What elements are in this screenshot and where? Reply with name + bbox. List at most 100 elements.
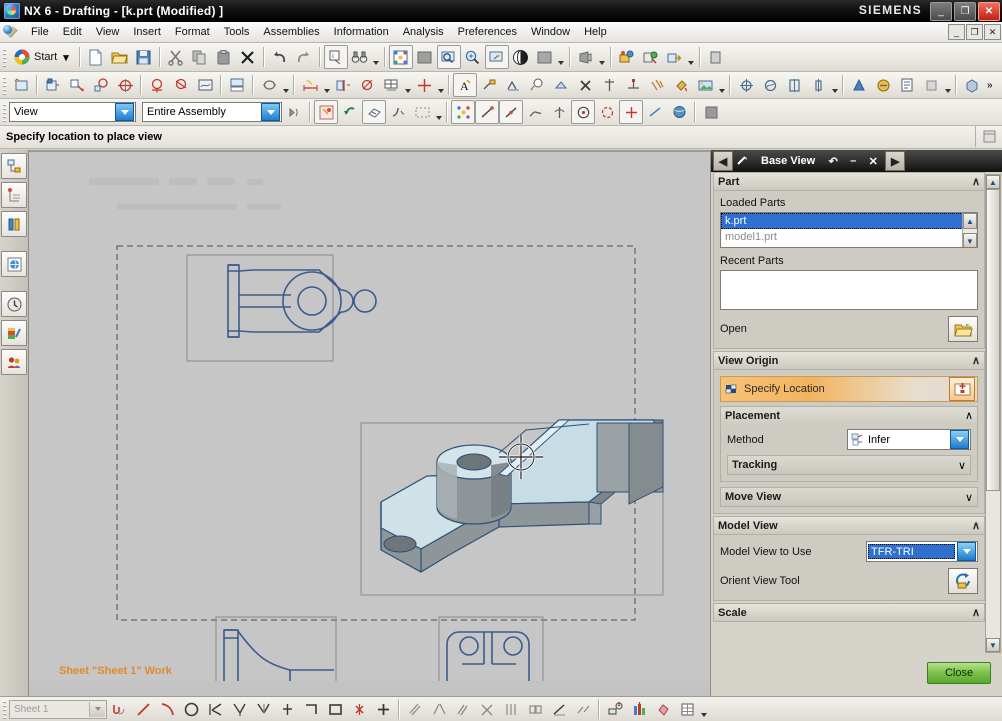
menu-file[interactable]: File [24, 24, 56, 40]
save-disk-icon[interactable] [132, 45, 156, 69]
project-curve-icon[interactable] [499, 697, 523, 721]
layer-visible-icon[interactable] [639, 45, 663, 69]
new-file-icon[interactable] [84, 45, 108, 69]
zoom-rect-icon[interactable] [436, 45, 461, 69]
group-model-view-header[interactable]: Model View ∧ [713, 516, 985, 535]
layer-settings-icon[interactable] [615, 45, 639, 69]
scroll-down-icon[interactable]: ▼ [963, 233, 977, 247]
point-icon[interactable] [347, 697, 371, 721]
extend-icon[interactable] [275, 697, 299, 721]
more-tools-icon[interactable] [704, 45, 728, 69]
dialog-back-button[interactable]: ◀ [713, 151, 733, 171]
toolbar-grip[interactable] [2, 699, 7, 719]
projected-view-icon[interactable] [65, 73, 89, 97]
line-icon[interactable] [131, 697, 155, 721]
mdi-minimize-button[interactable]: _ [948, 24, 965, 40]
intersection-point-icon[interactable] [595, 100, 619, 124]
annotation-a-icon[interactable]: A [453, 73, 477, 97]
auto-balloon-icon[interactable] [919, 73, 943, 97]
fit-view-icon[interactable] [388, 45, 413, 69]
recent-parts-list[interactable] [720, 270, 978, 310]
centerline-icon[interactable] [412, 73, 436, 97]
subgroup-placement-header[interactable]: Placement ∧ [721, 407, 977, 424]
window-restore-button[interactable]: ❐ [954, 2, 976, 21]
orient-view-icon[interactable] [948, 568, 978, 594]
table-note-icon[interactable] [847, 73, 871, 97]
assembly-navigator-icon[interactable] [960, 73, 984, 97]
chevron-up-icon[interactable]: ∧ [972, 354, 980, 367]
toolbar-overflow-icon[interactable]: » [984, 80, 996, 91]
fillet-icon[interactable] [203, 697, 227, 721]
pan-icon[interactable] [484, 45, 509, 69]
menu-tools[interactable]: Tools [217, 24, 257, 40]
dialog-forward-button[interactable]: ▶ [885, 151, 906, 171]
studio-spline-icon[interactable] [107, 697, 131, 721]
place-view-icon[interactable] [949, 377, 975, 401]
scroll-up-icon[interactable]: ▲ [963, 213, 977, 229]
status-panel-icon[interactable] [975, 126, 1002, 147]
chevron-down-icon[interactable] [557, 43, 566, 71]
open-folder-icon[interactable] [108, 45, 132, 69]
info-object-icon[interactable]: i [323, 45, 348, 69]
chevron-down-icon[interactable] [957, 542, 976, 561]
vertical-dimension-icon[interactable] [355, 73, 379, 97]
chevron-down-icon[interactable] [687, 43, 696, 71]
chevron-down-icon[interactable]: ∨ [965, 491, 973, 504]
group-scale-header[interactable]: Scale ∧ [713, 603, 985, 622]
move-view-bar[interactable]: Move View ∨ [720, 487, 978, 507]
chevron-down-icon[interactable] [699, 697, 708, 721]
list-item[interactable]: k.prt [721, 213, 977, 229]
shaded-cube-icon[interactable] [699, 100, 723, 124]
menu-window[interactable]: Window [524, 24, 577, 40]
chevron-up-icon[interactable]: ∧ [972, 175, 980, 188]
crosshatch-icon[interactable] [645, 73, 669, 97]
chevron-down-icon[interactable] [598, 43, 607, 71]
sidebar-item-reuse-library[interactable] [1, 211, 27, 237]
chevron-down-icon[interactable]: ▾ [60, 51, 72, 64]
bill-of-material-icon[interactable] [895, 73, 919, 97]
rectangle-select-icon[interactable] [410, 100, 434, 124]
sidebar-item-roles[interactable] [1, 349, 27, 375]
label-leader-icon[interactable] [477, 73, 501, 97]
sidebar-item-history-palette[interactable] [1, 291, 27, 317]
corner-icon[interactable] [299, 697, 323, 721]
chevron-down-icon[interactable] [943, 72, 952, 98]
menu-insert[interactable]: Insert [126, 24, 168, 40]
bridge-curve-icon[interactable] [451, 697, 475, 721]
open-folder-icon[interactable] [948, 316, 978, 342]
menu-assemblies[interactable]: Assemblies [256, 24, 326, 40]
sidebar-item-assembly-navigator[interactable] [1, 153, 27, 179]
sketch-table-icon[interactable] [675, 697, 699, 721]
chevron-down-icon[interactable] [89, 701, 105, 717]
quadrant-point-icon[interactable] [547, 100, 571, 124]
method-dropdown[interactable]: Infer [847, 429, 971, 450]
sketch-dimension-icon[interactable] [627, 697, 651, 721]
new-sheet-icon[interactable] [9, 73, 33, 97]
menu-edit[interactable]: Edit [56, 24, 89, 40]
chevron-down-icon[interactable] [434, 98, 443, 126]
zoom-magnifier-icon[interactable] [461, 45, 485, 69]
group-part-header[interactable]: Part ∧ [713, 172, 985, 191]
zoom-window-icon[interactable] [413, 45, 437, 69]
control-point-icon[interactable] [523, 100, 547, 124]
chevron-down-icon[interactable] [322, 72, 331, 98]
simplify-curve-icon[interactable] [547, 697, 571, 721]
chevron-down-icon[interactable] [115, 103, 134, 121]
base-view-icon[interactable] [41, 73, 65, 97]
menu-format[interactable]: Format [168, 24, 217, 40]
edge-select-icon[interactable] [386, 100, 410, 124]
rotate-sphere-icon[interactable] [509, 45, 533, 69]
hole-table-icon[interactable] [379, 73, 403, 97]
mirror-curve-icon[interactable] [427, 697, 451, 721]
tracking-bar[interactable]: Tracking ∨ [727, 455, 971, 475]
snap-point-group-icon[interactable] [451, 100, 475, 124]
copy-icon[interactable] [188, 45, 212, 69]
sheet-selector[interactable]: Sheet 1 [9, 699, 107, 719]
loaded-parts-list[interactable]: k.prt model1.prt ▲ ▼ [720, 212, 978, 248]
chevron-down-icon[interactable]: ∨ [958, 459, 966, 472]
inferred-dimension-icon[interactable] [298, 73, 322, 97]
chamfer-icon[interactable] [227, 697, 251, 721]
toolbar-grip[interactable] [2, 75, 7, 95]
chevron-up-icon[interactable]: ∧ [972, 519, 980, 532]
section-view-icon[interactable] [113, 73, 137, 97]
